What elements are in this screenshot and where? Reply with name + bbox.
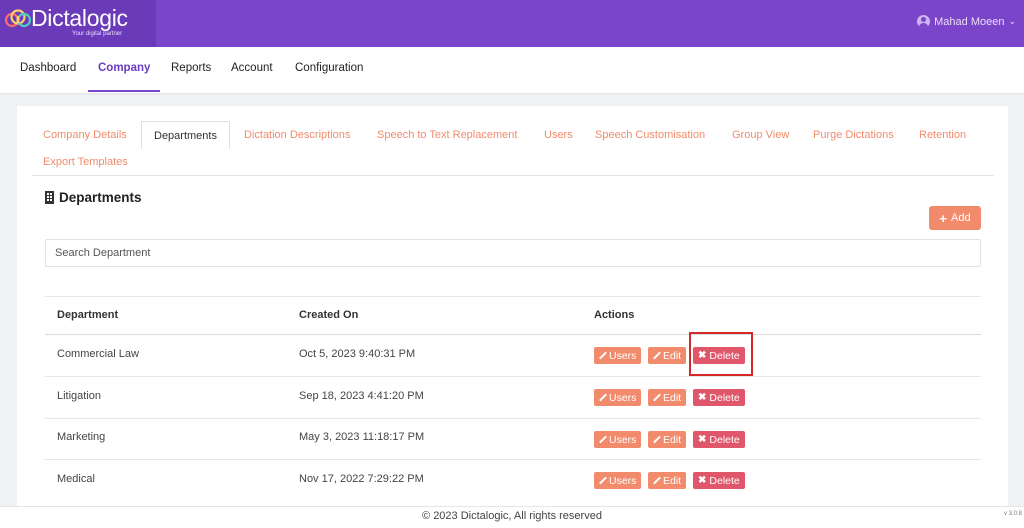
tab-users[interactable]: Users xyxy=(544,129,573,141)
close-icon: ✖ xyxy=(698,391,707,403)
building-icon xyxy=(45,191,54,204)
row-divider xyxy=(45,459,981,460)
row-created-on: May 3, 2023 11:18:17 PM xyxy=(299,431,425,443)
pencil-icon xyxy=(653,352,660,359)
add-label: Add xyxy=(951,212,971,224)
nav-dashboard[interactable]: Dashboard xyxy=(20,62,76,74)
tab-departments[interactable]: Departments xyxy=(141,121,230,150)
logo[interactable]: Dictalogic Your digital partner xyxy=(0,0,156,47)
version-label: v 3.0.8 xyxy=(1003,511,1022,517)
tabs-divider xyxy=(32,175,994,176)
chevron-down-icon: ⌄ xyxy=(1008,16,1016,26)
row-users-button[interactable]: Users xyxy=(594,389,642,406)
row-department: Commercial Law xyxy=(57,348,139,360)
row-delete-button[interactable]: ✖ Delete xyxy=(693,431,745,448)
pencil-icon xyxy=(599,394,606,401)
users-label: Users xyxy=(609,474,637,487)
tab-export-templates[interactable]: Export Templates xyxy=(43,156,128,168)
row-users-button[interactable]: Users xyxy=(594,347,642,364)
row-delete-button[interactable]: ✖ Delete xyxy=(693,389,745,406)
footer-copyright: © 2023 Dictalogic, All rights reserved xyxy=(422,510,602,522)
nav-configuration[interactable]: Configuration xyxy=(295,62,363,74)
row-edit-button[interactable]: Edit xyxy=(648,431,687,448)
main-nav: Dashboard Company Reports Account Config… xyxy=(0,47,1024,93)
page-title-text: Departments xyxy=(59,190,142,205)
pencil-icon xyxy=(653,436,660,443)
row-edit-button[interactable]: Edit xyxy=(648,472,687,489)
row-created-on: Sep 18, 2023 4:41:20 PM xyxy=(299,390,424,402)
row-delete-button[interactable]: ✖ Delete xyxy=(693,472,745,489)
row-created-on: Oct 5, 2023 9:40:31 PM xyxy=(299,348,416,360)
users-label: Users xyxy=(609,433,637,446)
delete-label: Delete xyxy=(709,433,740,446)
delete-label: Delete xyxy=(709,474,740,487)
tab-purge-dictations[interactable]: Purge Dictations xyxy=(813,129,894,141)
row-department: Marketing xyxy=(57,431,106,443)
add-department-button[interactable]: + Add xyxy=(929,206,981,230)
tab-speech-to-text-replacement[interactable]: Speech to Text Replacement xyxy=(377,129,517,141)
pencil-icon xyxy=(653,394,660,401)
edit-label: Edit xyxy=(663,474,682,487)
users-label: Users xyxy=(609,391,637,404)
row-created-on: Nov 17, 2022 7:29:22 PM xyxy=(299,473,424,485)
user-avatar-icon xyxy=(917,15,931,28)
nav-company[interactable]: Company xyxy=(98,62,150,74)
nav-account[interactable]: Account xyxy=(231,62,273,74)
edit-label: Edit xyxy=(663,349,682,362)
pencil-icon xyxy=(599,352,606,359)
footer: © 2023 Dictalogic, All rights reserved v… xyxy=(0,506,1024,528)
top-header: Dictalogic Your digital partner Mahad Mo… xyxy=(0,0,1024,47)
page-title: Departments xyxy=(45,190,142,205)
tab-speech-customisation[interactable]: Speech Customisation xyxy=(595,129,705,141)
close-icon: ✖ xyxy=(698,433,707,445)
table-top-border xyxy=(45,296,981,297)
logo-text: Dictalogic xyxy=(31,5,128,31)
edit-label: Edit xyxy=(663,433,682,446)
column-header-actions: Actions xyxy=(594,309,635,321)
tab-retention[interactable]: Retention xyxy=(919,129,966,141)
row-department: Litigation xyxy=(57,390,102,402)
pencil-icon xyxy=(599,477,606,484)
tab-group-view[interactable]: Group View xyxy=(732,129,789,141)
nav-reports[interactable]: Reports xyxy=(171,62,211,74)
row-divider xyxy=(45,376,981,377)
pencil-icon xyxy=(653,477,660,484)
table-header-divider xyxy=(45,334,981,335)
row-edit-button[interactable]: Edit xyxy=(648,389,687,406)
nav-active-indicator xyxy=(88,90,160,92)
search-department-input[interactable] xyxy=(45,239,981,267)
delete-label: Delete xyxy=(709,391,740,404)
row-users-button[interactable]: Users xyxy=(594,472,642,489)
logo-tagline: Your digital partner xyxy=(72,31,123,37)
edit-label: Edit xyxy=(663,391,682,404)
row-department: Medical xyxy=(57,473,95,485)
close-icon: ✖ xyxy=(698,474,707,486)
content-card xyxy=(17,106,1008,506)
logo-icon xyxy=(5,9,31,28)
column-header-department[interactable]: Department xyxy=(57,309,118,321)
column-header-created-on[interactable]: Created On xyxy=(299,309,358,321)
users-label: Users xyxy=(609,349,637,362)
row-divider xyxy=(45,418,981,419)
row-users-button[interactable]: Users xyxy=(594,431,642,448)
delete-highlight-box xyxy=(689,332,753,376)
tab-company-details[interactable]: Company Details xyxy=(43,129,127,141)
plus-icon: + xyxy=(939,210,947,226)
tab-dictation-descriptions[interactable]: Dictation Descriptions xyxy=(244,129,350,141)
user-menu[interactable]: Mahad Moeen ⌄ xyxy=(917,15,1016,28)
pencil-icon xyxy=(599,436,606,443)
row-edit-button[interactable]: Edit xyxy=(648,347,687,364)
user-name: Mahad Moeen xyxy=(934,15,1005,28)
